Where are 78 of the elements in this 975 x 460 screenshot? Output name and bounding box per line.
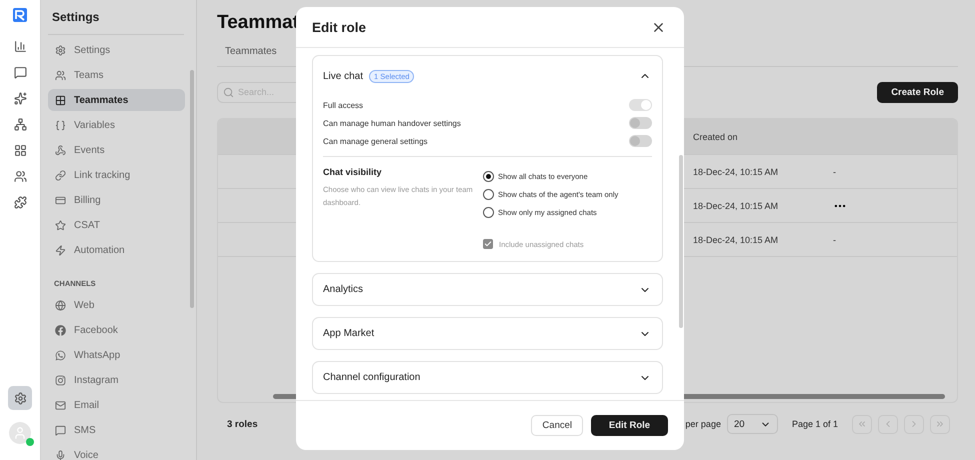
- page-title: Teammat: [217, 12, 300, 34]
- edit-role-button[interactable]: Edit Role: [591, 415, 668, 436]
- microphone-icon: [55, 450, 66, 460]
- cancel-button[interactable]: Cancel: [531, 415, 583, 436]
- network-icon: [14, 118, 26, 130]
- column-header: Created on: [693, 132, 739, 142]
- radio-button[interactable]: [483, 206, 494, 218]
- facebook-icon: [55, 324, 66, 336]
- scrollbar-thumb[interactable]: [679, 155, 683, 328]
- radio-button[interactable]: [483, 170, 494, 182]
- mail-icon: [55, 400, 66, 410]
- dialog-title: Edit role: [312, 20, 366, 34]
- row-count: 3 roles: [227, 418, 258, 430]
- sidebar-item[interactable]: Events: [48, 139, 185, 161]
- per-page-label: per page: [685, 419, 721, 429]
- table-cell-text: 18-Dec-24, 10:15 AM: [693, 234, 780, 244]
- sidebar-item[interactable]: CSAT: [48, 214, 185, 236]
- star-icon: [55, 220, 66, 230]
- double-chevron-left-icon: [857, 419, 867, 429]
- card-icon: [55, 194, 66, 206]
- instagram-icon: [55, 374, 66, 386]
- sidebar-item[interactable]: Link tracking: [48, 164, 185, 186]
- puzzle-icon: [14, 196, 26, 208]
- tab[interactable]: Teammates: [217, 44, 285, 66]
- sidebar-item[interactable]: Facebook: [48, 319, 185, 341]
- sidebar-item[interactable]: SMS: [48, 419, 185, 441]
- whatsapp-icon: [55, 350, 66, 360]
- bar-chart-icon: [14, 40, 26, 52]
- sidebar-item[interactable]: Settings: [48, 39, 185, 61]
- accordion-header[interactable]: Channel configuration: [313, 362, 662, 393]
- link-icon: [55, 170, 66, 180]
- radio-button[interactable]: [483, 188, 494, 200]
- accordion-header[interactable]: Analytics: [313, 274, 662, 305]
- toggle-label: Can manage human handover settings: [323, 118, 461, 128]
- users-icon: [55, 70, 66, 80]
- scrollbar-thumb[interactable]: [190, 70, 194, 308]
- per-page-select[interactable]: 20: [726, 414, 778, 434]
- sidebar-item[interactable]: Instagram: [48, 369, 185, 391]
- create-role-button[interactable]: Create Role: [877, 82, 958, 102]
- search-icon: [223, 86, 234, 98]
- accordion-header[interactable]: App Market: [313, 318, 662, 349]
- sidebar-item[interactable]: Voice: [48, 444, 185, 460]
- toggle-switch[interactable]: [629, 135, 652, 147]
- table-cell-text: -: [833, 234, 837, 244]
- toggle-switch[interactable]: [629, 99, 652, 111]
- sparkles-icon: [14, 92, 26, 104]
- table-cell-text: 18-Dec-24, 10:15 AM: [693, 200, 780, 210]
- webhook-icon: [55, 144, 66, 156]
- settings-icon: [55, 44, 66, 56]
- section-title: Chat visibility: [323, 167, 383, 177]
- sidebar-title: Settings: [48, 0, 184, 35]
- page-indicator: Page 1 of 1: [792, 419, 838, 429]
- grid-icon: [55, 94, 66, 106]
- sidebar-item[interactable]: WhatsApp: [48, 344, 185, 366]
- sidebar-item[interactable]: Teammates: [48, 89, 185, 111]
- braces-icon: [55, 120, 66, 130]
- sidebar-item[interactable]: Variables: [48, 114, 185, 136]
- double-chevron-right-icon: [935, 419, 945, 429]
- globe-icon: [55, 300, 66, 310]
- sidebar-item[interactable]: Email: [48, 394, 185, 416]
- message-icon: [55, 424, 66, 436]
- table-cell-text: -: [833, 166, 837, 176]
- toggle-label: Can manage general settings: [323, 136, 428, 146]
- user-icon: [13, 426, 27, 440]
- toggle-switch[interactable]: [629, 117, 652, 129]
- toggle-label: Full access: [323, 100, 364, 110]
- sidebar-item[interactable]: Teams: [48, 64, 185, 86]
- users-icon: [14, 170, 26, 182]
- chat-icon: [14, 66, 26, 78]
- sidebar-item[interactable]: Automation: [48, 239, 185, 261]
- grid-icon: [14, 144, 26, 156]
- lightning-icon: [55, 244, 66, 256]
- sidebar-item[interactable]: Web: [48, 294, 185, 316]
- settings-button[interactable]: [8, 386, 32, 410]
- sidebar-item[interactable]: Billing: [48, 189, 185, 211]
- settings-icon: [14, 392, 26, 404]
- table-cell-text: 18-Dec-24, 10:15 AM: [693, 166, 780, 176]
- logo-icon: [13, 8, 27, 22]
